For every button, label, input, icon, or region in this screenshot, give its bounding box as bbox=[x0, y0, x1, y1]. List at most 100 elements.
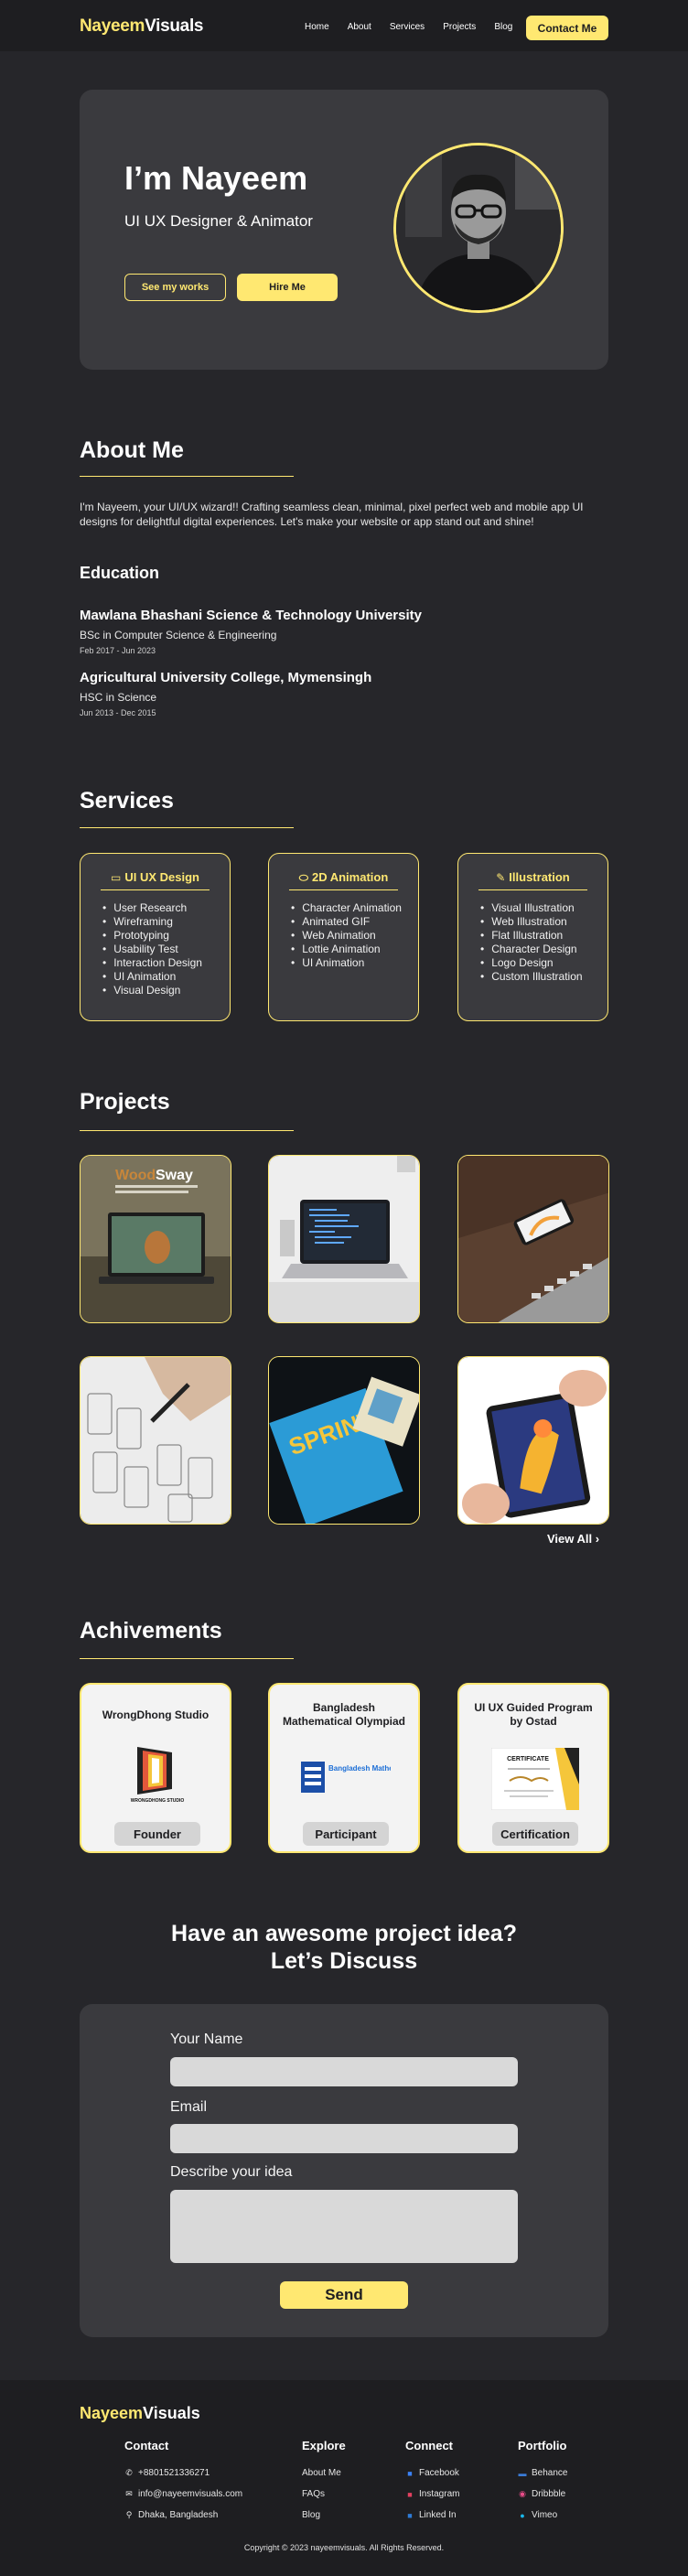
list-item: Web Illustration bbox=[480, 915, 583, 929]
footer-email[interactable]: ✉ info@nayeemvisuals.com bbox=[124, 2489, 242, 2499]
footer-link-about-me[interactable]: About Me bbox=[302, 2468, 341, 2478]
nav-link-about[interactable]: About bbox=[348, 22, 371, 32]
list-item: Flat Illustration bbox=[480, 929, 583, 943]
idea-label: Describe your idea bbox=[170, 2164, 293, 2180]
project-image bbox=[458, 1357, 608, 1524]
list-item: UI Animation bbox=[291, 956, 402, 970]
woodsway-brand-a: Wood bbox=[115, 1168, 156, 1183]
woodsway-brand-b: Sway bbox=[156, 1168, 193, 1183]
footer-dribbble-text: Dribbble bbox=[532, 2489, 566, 2499]
footer-link-faqs[interactable]: FAQs bbox=[302, 2489, 325, 2499]
services-heading: Services bbox=[80, 788, 174, 814]
project-image: Wood Sway bbox=[81, 1156, 231, 1322]
contact-form: Your Name Email Describe your idea Send bbox=[80, 2004, 608, 2337]
footer-phone[interactable]: ✆ +8801521336271 bbox=[124, 2468, 210, 2478]
project-image: SPRINT bbox=[269, 1357, 419, 1524]
hero-card: I’m Nayeem UI UX Designer & Animator See… bbox=[80, 90, 608, 370]
wrongdhong-logo-text: WRONGDHONG STUDIO bbox=[131, 1798, 185, 1804]
footer-contact-heading: Contact bbox=[124, 2439, 169, 2452]
achievement-card-wrongdhong: WrongDhong Studio WRONGDHONG STUDIO Foun… bbox=[80, 1683, 231, 1853]
achievement-badge: Participant bbox=[303, 1822, 389, 1846]
list-item: Logo Design bbox=[480, 956, 583, 970]
footer-email-text: info@nayeemvisuals.com bbox=[138, 2489, 243, 2499]
projects-divider bbox=[80, 1130, 294, 1131]
certificate-title: CERTIFICATE bbox=[507, 1756, 549, 1762]
footer-logo[interactable]: NayeemVisuals bbox=[80, 2404, 200, 2423]
service-title-text: 2D Animation bbox=[311, 870, 389, 884]
footer-location-text: Dhaka, Bangladesh bbox=[138, 2510, 219, 2520]
footer-facebook-text: Facebook bbox=[419, 2468, 459, 2478]
contact-me-button[interactable]: Contact Me bbox=[526, 16, 608, 40]
footer-connect-heading: Connect bbox=[405, 2439, 453, 2452]
list-item: Character Design bbox=[480, 943, 583, 956]
footer-vimeo-text: Vimeo bbox=[532, 2510, 558, 2520]
footer-link-facebook[interactable]: ■ Facebook bbox=[405, 2468, 459, 2478]
service-card-ui-ux: ▭UI UX Design User Research Wireframing … bbox=[80, 853, 231, 1021]
footer-link-blog[interactable]: Blog bbox=[302, 2510, 320, 2520]
footer-logo-part-visuals: Visuals bbox=[143, 2404, 200, 2422]
footer-location: ⚲ Dhaka, Bangladesh bbox=[124, 2510, 219, 2520]
footer-instagram-text: Instagram bbox=[419, 2489, 460, 2499]
view-all-link[interactable]: View All › bbox=[547, 1532, 599, 1546]
list-item: Wireframing bbox=[102, 915, 202, 929]
footer-link-dribbble[interactable]: ◉ Dribbble bbox=[518, 2489, 565, 2499]
list-item: User Research bbox=[102, 901, 202, 915]
service-list: User Research Wireframing Prototyping Us… bbox=[102, 901, 202, 997]
services-divider bbox=[80, 827, 294, 828]
top-nav: NayeemVisuals Home About Services Projec… bbox=[0, 0, 688, 51]
achievement-card-bdmo: Bangladesh Mathematical Olympiad Banglad… bbox=[268, 1683, 420, 1853]
education-school: Mawlana Bhashani Science & Technology Un… bbox=[80, 608, 422, 623]
cta-line-2: Let’s Discuss bbox=[270, 1948, 418, 1974]
footer-phone-text: +8801521336271 bbox=[138, 2468, 210, 2478]
about-heading: About Me bbox=[80, 437, 184, 463]
logo[interactable]: NayeemVisuals bbox=[80, 16, 204, 37]
service-card-title: ▭ UI UX Design bbox=[81, 870, 230, 884]
nav-link-projects[interactable]: Projects bbox=[443, 22, 476, 32]
cta-line-1: Have an awesome project idea? bbox=[171, 1921, 517, 1946]
hire-me-button[interactable]: Hire Me bbox=[237, 274, 338, 301]
footer-link-vimeo[interactable]: ● Vimeo bbox=[518, 2510, 557, 2520]
logo-part-visuals: Visuals bbox=[145, 16, 204, 36]
education-item: Mawlana Bhashani Science & Technology Un… bbox=[80, 608, 422, 655]
list-item: Visual Design bbox=[102, 984, 202, 997]
footer-link-linkedin[interactable]: ■ Linked In bbox=[405, 2510, 457, 2520]
achievement-card-ostad: UI UX Guided Program by Ostad CERTIFICAT… bbox=[457, 1683, 609, 1853]
project-thumb-phone-desk[interactable] bbox=[457, 1155, 609, 1323]
email-input[interactable] bbox=[170, 2124, 518, 2153]
education-school: Agricultural University College, Mymensi… bbox=[80, 670, 372, 685]
project-thumb-sprint-book[interactable]: SPRINT bbox=[268, 1356, 420, 1525]
name-input[interactable] bbox=[170, 2057, 518, 2086]
send-button[interactable]: Send bbox=[280, 2281, 408, 2309]
project-image bbox=[458, 1156, 608, 1322]
project-thumb-wireframe-sketch[interactable] bbox=[80, 1356, 231, 1525]
achievement-badge: Founder bbox=[114, 1822, 200, 1846]
see-my-works-button[interactable]: See my works bbox=[124, 274, 226, 301]
nav-link-home[interactable]: Home bbox=[305, 22, 329, 32]
certificate-image: CERTIFICATE bbox=[491, 1748, 579, 1810]
footer-linkedin-text: Linked In bbox=[419, 2510, 457, 2520]
footer-link-instagram[interactable]: ■ Instagram bbox=[405, 2489, 459, 2499]
nav-link-services[interactable]: Services bbox=[390, 22, 425, 32]
list-item: UI Animation bbox=[102, 970, 202, 984]
nav-links: Home About Services Projects Blog bbox=[305, 22, 531, 32]
list-item: Interaction Design bbox=[102, 956, 202, 970]
linkedin-icon: ■ bbox=[407, 2510, 413, 2520]
project-thumb-tablet-illustration[interactable] bbox=[457, 1356, 609, 1525]
nav-link-blog[interactable]: Blog bbox=[494, 22, 512, 32]
project-thumb-laptop-code[interactable] bbox=[268, 1155, 420, 1323]
education-dates: Jun 2013 - Dec 2015 bbox=[80, 708, 156, 717]
service-card-2d-animation: ⬭2D Animation Character Animation Animat… bbox=[268, 853, 419, 1021]
bdmo-logo: Bangladesh Mathematical Olympiad bbox=[301, 1762, 391, 1793]
project-thumb-woodsway[interactable]: Wood Sway bbox=[80, 1155, 231, 1323]
brush-icon: ✎ bbox=[496, 871, 506, 884]
list-item: Custom Illustration bbox=[480, 970, 582, 984]
name-label: Your Name bbox=[170, 2032, 243, 2047]
achievement-title: UI UX Guided Program by Ostad bbox=[474, 1701, 593, 1728]
service-card-divider bbox=[478, 889, 587, 890]
projects-heading: Projects bbox=[80, 1089, 170, 1115]
footer: NayeemVisuals Contact ✆ +8801521336271 ✉ i… bbox=[0, 2380, 688, 2576]
service-card-divider bbox=[101, 889, 210, 890]
footer-link-behance[interactable]: ▬ Behance bbox=[518, 2468, 568, 2478]
idea-textarea[interactable] bbox=[170, 2190, 518, 2263]
education-degree: BSc in Computer Science & Engineering bbox=[80, 629, 277, 641]
